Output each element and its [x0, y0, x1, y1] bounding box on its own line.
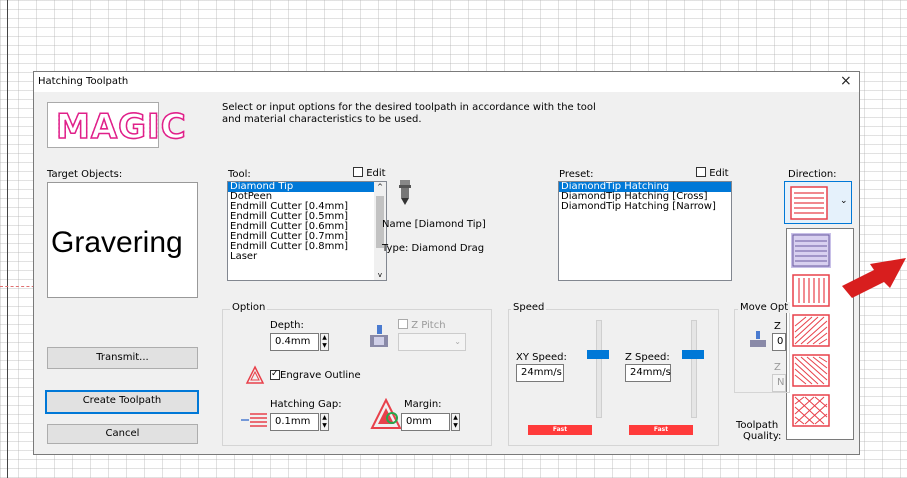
logo-text: MAGIC: [55, 106, 187, 148]
engrave-outline-label: Engrave Outline: [280, 370, 361, 381]
engrave-outline-box[interactable]: [270, 370, 280, 380]
dialog-title: Hatching Toolpath: [38, 76, 129, 87]
tool-label: Tool:: [228, 169, 251, 180]
margin-label: Margin:: [404, 399, 442, 410]
direction-label: Direction:: [788, 169, 837, 180]
hatching-gap-input[interactable]: 0.1mm: [270, 413, 319, 431]
z-speed-slider-track[interactable]: [691, 320, 697, 418]
z-speed-label: Z Speed:: [625, 352, 670, 363]
magic-logo: MAGIC: [47, 102, 186, 148]
close-icon[interactable]: ×: [840, 73, 852, 89]
diagonal-hatch-option-icon[interactable]: [791, 313, 831, 348]
depth-label: Depth:: [270, 320, 304, 331]
xy-speed-slider-track[interactable]: [596, 320, 602, 418]
scroll-down-icon[interactable]: v: [374, 271, 386, 279]
z-speed-fast-label: Fast: [629, 425, 693, 435]
tool-edit-checkbox[interactable]: Edit: [353, 167, 386, 179]
scroll-up-icon[interactable]: ^: [374, 183, 386, 191]
engrave-outline-icon: [245, 365, 265, 384]
move-tool-icon: [750, 331, 766, 347]
target-objects-label: Target Objects:: [47, 169, 123, 180]
preset-list[interactable]: DiamondTip Hatching DiamondTip Hatching […: [558, 181, 732, 281]
tool-edit-box[interactable]: [353, 167, 363, 177]
z-pitch-label: Z Pitch: [411, 320, 446, 331]
z-speed-input[interactable]: 24mm/s: [625, 364, 671, 382]
preset-label: Preset:: [559, 169, 594, 180]
move-n-select[interactable]: N: [772, 374, 786, 392]
engrave-outline-checkbox[interactable]: Engrave Outline: [270, 370, 361, 381]
z-pitch-box[interactable]: [398, 319, 408, 329]
hatching-gap-icon: [241, 413, 267, 427]
target-preview: Gravering: [47, 182, 198, 298]
preset-edit-checkbox[interactable]: Edit: [696, 167, 729, 179]
preset-list-item[interactable]: DiamondTip Hatching [Narrow]: [559, 202, 731, 212]
hatching-gap-label: Hatching Gap:: [270, 399, 342, 410]
red-arrow-annotation: [842, 258, 906, 298]
hatching-gap-spinner[interactable]: ▲ ▼: [320, 413, 329, 431]
z-speed-slider-thumb[interactable]: [682, 350, 704, 359]
tool-name: Name [Diamond Tip]: [382, 219, 486, 230]
horizontal-hatch-icon: [790, 186, 828, 220]
xy-speed-fast-label: Fast: [528, 425, 592, 435]
vertical-hatch-option-icon[interactable]: [791, 273, 831, 308]
margin-input[interactable]: 0mm: [401, 413, 450, 431]
tool-type: Type: Diamond Drag: [382, 243, 485, 254]
transmit-button[interactable]: Transmit...: [47, 347, 198, 369]
intro-text: Select or input options for the desired …: [222, 102, 596, 125]
z-pitch-select[interactable]: ⌄: [398, 333, 466, 351]
cross-hatch-option-icon[interactable]: [791, 393, 831, 428]
diagonal-reverse-hatch-option-icon[interactable]: [791, 353, 831, 388]
margin-icon: [370, 398, 402, 429]
xy-speed-slider-thumb[interactable]: [587, 350, 609, 359]
toolpath-quality-label-2: Quality:: [743, 431, 782, 442]
depth-spinner[interactable]: ▲ ▼: [320, 333, 329, 351]
create-toolpath-button[interactable]: Create Toolpath: [45, 390, 199, 414]
z-pitch-tool-icon: [370, 325, 388, 347]
hatching-toolpath-dialog: Hatching Toolpath × MAGIC Select or inpu…: [33, 71, 860, 455]
move-z-label: Z: [774, 321, 781, 332]
tool-list-item[interactable]: Laser: [228, 252, 386, 262]
option-group-title: Option: [230, 302, 268, 313]
toolpath-quality-label-1: Toolpath: [736, 420, 779, 431]
z-pitch-chevron-icon: ⌄: [454, 337, 461, 346]
canvas-border-line: [7, 0, 8, 478]
direction-dropdown[interactable]: ⌄: [784, 181, 852, 224]
speed-group-title: Speed: [511, 302, 547, 313]
move-z2-label: Z: [774, 362, 781, 373]
chevron-down-icon[interactable]: ⌄: [840, 196, 848, 206]
diamond-tip-tool-icon: [399, 180, 411, 205]
move-options-title: Move Opt: [738, 302, 791, 313]
z-pitch-checkbox[interactable]: Z Pitch: [398, 319, 446, 331]
preset-edit-box[interactable]: [696, 167, 706, 177]
xy-speed-input[interactable]: 24mm/s: [516, 364, 564, 382]
move-z-input[interactable]: 0: [772, 333, 786, 351]
tool-edit-label: Edit: [366, 168, 386, 179]
xy-speed-label: XY Speed:: [516, 352, 567, 363]
preset-edit-label: Edit: [709, 168, 729, 179]
target-preview-text: Gravering: [51, 226, 183, 259]
cancel-button[interactable]: Cancel: [47, 424, 198, 444]
depth-input[interactable]: 0.4mm: [270, 333, 319, 351]
horizontal-hatch-option-icon[interactable]: [791, 233, 831, 268]
tool-list-scrollbar[interactable]: ^ v: [374, 182, 386, 280]
tool-list[interactable]: Diamond Tip DotPeen Endmill Cutter [0.4mm]…: [227, 181, 387, 281]
title-bar: Hatching Toolpath ×: [34, 72, 859, 92]
margin-spinner[interactable]: ▲ ▼: [451, 413, 460, 431]
